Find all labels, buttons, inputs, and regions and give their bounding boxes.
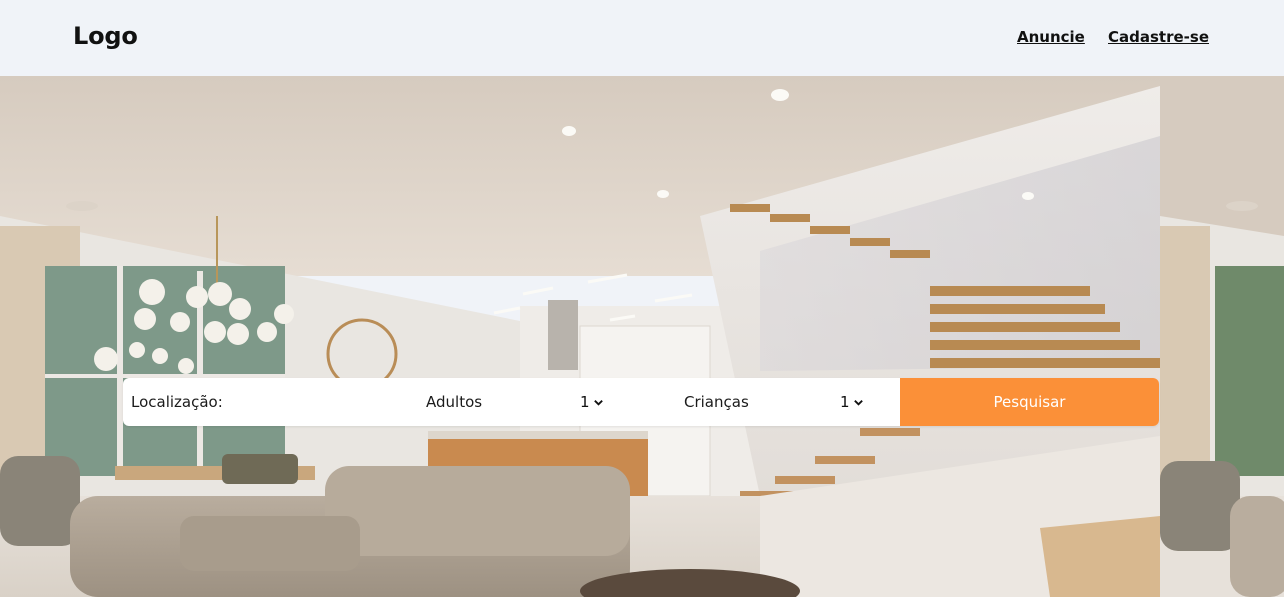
hero-image [0, 76, 1160, 597]
nav-link-anuncie[interactable]: Anuncie [1017, 28, 1085, 46]
search-bar: Localização: Adultos 1 Crianças 1 Pesqui… [123, 378, 1159, 426]
location-label: Localização: [131, 393, 223, 411]
children-select[interactable]: 1 [840, 390, 864, 414]
adults-label: Adultos [426, 393, 483, 411]
top-header: Logo Anuncie Cadastre-se [0, 0, 1284, 76]
location-input[interactable] [219, 386, 403, 418]
search-button[interactable]: Pesquisar [900, 378, 1159, 426]
children-select-value: 1 [840, 393, 850, 411]
logo[interactable]: Logo [73, 22, 138, 50]
hero-banner: Localização: Adultos 1 Crianças 1 Pesqui… [0, 76, 1284, 597]
hero-image-repeat [1160, 76, 1284, 597]
adults-select-value: 1 [580, 393, 590, 411]
children-label: Crianças [684, 393, 749, 411]
nav-link-cadastre-se[interactable]: Cadastre-se [1108, 28, 1209, 46]
chevron-down-icon [853, 399, 863, 406]
adults-select[interactable]: 1 [580, 390, 604, 414]
chevron-down-icon [593, 399, 603, 406]
